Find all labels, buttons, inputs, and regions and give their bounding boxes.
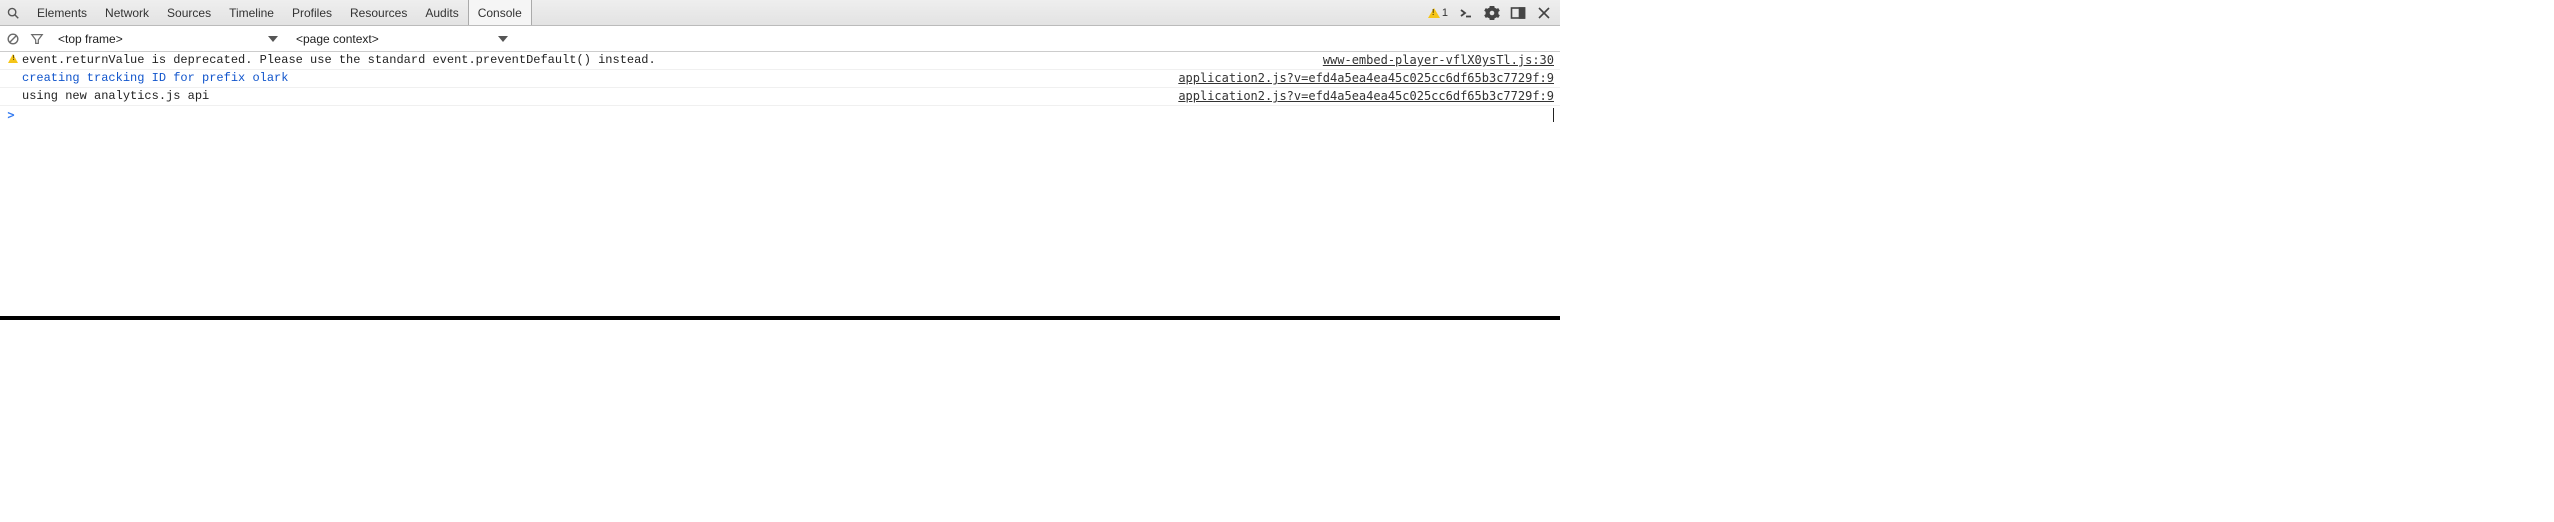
frame-selector[interactable]: <top frame> xyxy=(54,32,282,46)
message-text: event.returnValue is deprecated. Please … xyxy=(20,53,1311,67)
show-drawer-icon[interactable] xyxy=(1458,5,1474,21)
tab-elements[interactable]: Elements xyxy=(28,0,96,25)
console-prompt[interactable]: > xyxy=(0,106,1560,126)
tab-label: Profiles xyxy=(292,6,332,20)
warning-count: 1 xyxy=(1442,7,1448,19)
tab-resources[interactable]: Resources xyxy=(341,0,416,25)
tab-label: Elements xyxy=(37,6,87,20)
chevron-down-icon xyxy=(268,36,278,42)
devtools-toolbar: Elements Network Sources Timeline Profil… xyxy=(0,0,1560,26)
search-icon[interactable] xyxy=(6,6,20,20)
tab-timeline[interactable]: Timeline xyxy=(220,0,283,25)
console-message: using new analytics.js api application2.… xyxy=(0,88,1560,106)
filter-icon[interactable] xyxy=(30,32,44,46)
console-message: creating tracking ID for prefix olark ap… xyxy=(0,70,1560,88)
tab-label: Network xyxy=(105,6,149,20)
warning-icon xyxy=(1428,8,1440,18)
gear-icon[interactable] xyxy=(1484,5,1500,21)
console-message: event.returnValue is deprecated. Please … xyxy=(0,52,1560,70)
tab-profiles[interactable]: Profiles xyxy=(283,0,341,25)
tab-sources[interactable]: Sources xyxy=(158,0,220,25)
tab-audits[interactable]: Audits xyxy=(416,0,467,25)
toolbar-right: 1 xyxy=(1428,5,1556,21)
message-text: using new analytics.js api xyxy=(20,89,1166,103)
prompt-caret-icon: > xyxy=(4,108,18,122)
tab-network[interactable]: Network xyxy=(96,0,158,25)
tab-console[interactable]: Console xyxy=(468,0,532,25)
tab-label: Console xyxy=(478,6,522,20)
warning-count-badge[interactable]: 1 xyxy=(1428,7,1448,19)
warning-icon xyxy=(8,54,18,63)
console-messages: event.returnValue is deprecated. Please … xyxy=(0,52,1560,316)
clear-console-icon[interactable] xyxy=(6,32,20,46)
panel-tabs: Elements Network Sources Timeline Profil… xyxy=(28,0,532,25)
message-source-link[interactable]: www-embed-player-vflX0ysTl.js:30 xyxy=(1311,53,1554,67)
console-filter-bar: <top frame> <page context> xyxy=(0,26,1560,52)
tab-label: Audits xyxy=(425,6,458,20)
chevron-down-icon xyxy=(498,36,508,42)
tab-label: Resources xyxy=(350,6,407,20)
tab-label: Timeline xyxy=(229,6,274,20)
message-level-icon xyxy=(6,54,20,63)
close-icon[interactable] xyxy=(1536,5,1552,21)
console-input[interactable] xyxy=(18,108,1551,122)
frame-label: <top frame> xyxy=(58,32,123,46)
context-selector[interactable]: <page context> xyxy=(292,32,512,46)
text-cursor xyxy=(1553,108,1554,122)
context-label: <page context> xyxy=(296,32,379,46)
tab-label: Sources xyxy=(167,6,211,20)
message-source-link[interactable]: application2.js?v=efd4a5ea4ea45c025cc6df… xyxy=(1166,89,1554,103)
message-text: creating tracking ID for prefix olark xyxy=(20,71,1166,85)
message-source-link[interactable]: application2.js?v=efd4a5ea4ea45c025cc6df… xyxy=(1166,71,1554,85)
dock-side-icon[interactable] xyxy=(1510,5,1526,21)
